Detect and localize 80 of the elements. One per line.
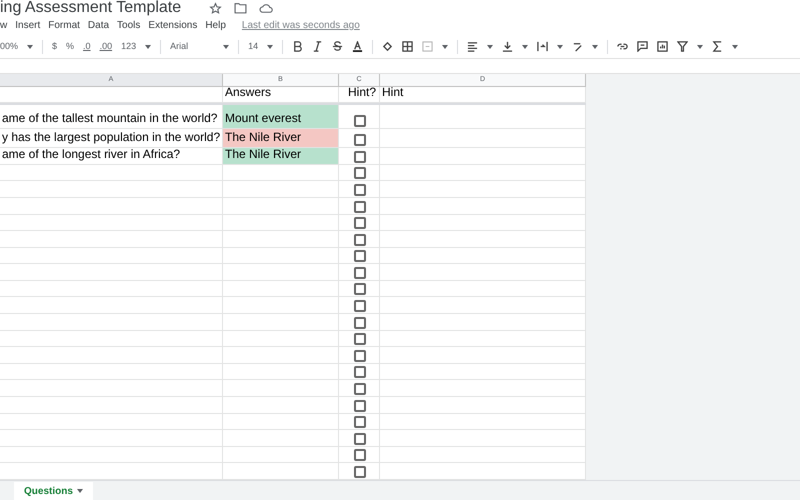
- checkbox[interactable]: [354, 114, 366, 127]
- checkbox[interactable]: [354, 200, 366, 212]
- question-cell: y has the largest population in the world?: [0, 128, 223, 148]
- zoom-dropdown[interactable]: 00%: [0, 40, 18, 54]
- answer-cell: The Nile River: [223, 128, 339, 148]
- checkbox[interactable]: [354, 266, 366, 279]
- borders-icon[interactable]: [402, 41, 414, 52]
- caret-icon: [487, 44, 494, 48]
- menu-item[interactable]: Tools: [117, 18, 140, 33]
- merge-cells-icon[interactable]: [422, 41, 434, 52]
- checkbox[interactable]: [354, 184, 366, 196]
- checkbox[interactable]: [354, 250, 366, 262]
- checkbox[interactable]: [354, 383, 366, 396]
- text-rotate-icon[interactable]: [572, 41, 584, 52]
- document-title: ing Assessment Template: [0, 0, 182, 16]
- text-color-icon[interactable]: [352, 41, 364, 52]
- checkbox[interactable]: [354, 400, 366, 412]
- checkbox[interactable]: [354, 432, 366, 445]
- sum-icon[interactable]: [712, 41, 724, 52]
- decrease-decimals-button[interactable]: .0: [83, 40, 91, 54]
- column-title: Hint?: [339, 86, 380, 103]
- checkbox[interactable]: [354, 150, 366, 163]
- checkbox[interactable]: [354, 300, 366, 312]
- checkbox[interactable]: [354, 283, 366, 296]
- caret-icon: [732, 44, 738, 48]
- star-icon[interactable]: [209, 2, 222, 14]
- column-title: Hint: [380, 86, 586, 103]
- filter-icon[interactable]: [677, 41, 688, 52]
- answer-cell: The Nile River: [223, 148, 339, 165]
- checkbox[interactable]: [354, 333, 366, 346]
- caret-icon: [223, 44, 230, 48]
- caret-icon: [697, 44, 704, 48]
- caret-icon: [592, 44, 598, 48]
- vertical-align-icon[interactable]: [502, 41, 514, 52]
- checkbox[interactable]: [354, 217, 366, 230]
- checkbox[interactable]: [354, 416, 366, 428]
- chart-icon[interactable]: [657, 41, 668, 52]
- menu-item[interactable]: Data: [88, 18, 110, 33]
- answer-cell: Mount everest: [223, 104, 339, 129]
- percent-button[interactable]: %: [66, 40, 74, 54]
- checkbox[interactable]: [354, 350, 366, 362]
- checkbox[interactable]: [354, 316, 366, 329]
- strikethrough-icon[interactable]: [332, 41, 344, 52]
- increase-decimals-button[interactable]: .00: [100, 40, 112, 54]
- menu-item[interactable]: Format: [48, 18, 80, 33]
- sheet-tab[interactable]: Questions: [14, 482, 93, 500]
- caret-icon: [522, 44, 528, 48]
- font-size-dropdown[interactable]: 14: [248, 40, 258, 54]
- caret-icon: [76, 489, 83, 493]
- font-dropdown[interactable]: Arial: [170, 40, 214, 54]
- menu-item[interactable]: Insert: [15, 18, 40, 33]
- caret-icon: [557, 44, 564, 48]
- link-icon[interactable]: [617, 41, 628, 52]
- caret-icon: [267, 44, 274, 48]
- checkbox[interactable]: [354, 134, 366, 146]
- question-cell: ame of the longest river in Africa?: [0, 148, 223, 165]
- bold-icon[interactable]: [292, 41, 304, 52]
- number-format-dropdown[interactable]: 123: [121, 40, 136, 54]
- menu-item[interactable]: w: [0, 18, 8, 33]
- currency-button[interactable]: $: [52, 40, 58, 54]
- checkbox[interactable]: [354, 466, 366, 478]
- fill-color-icon[interactable]: [382, 41, 394, 52]
- italic-icon[interactable]: [312, 41, 324, 52]
- cloud-icon[interactable]: [259, 2, 274, 14]
- checkbox[interactable]: [354, 449, 366, 462]
- folder-icon[interactable]: [234, 2, 248, 14]
- menu-item[interactable]: Help: [205, 18, 226, 33]
- comment-icon[interactable]: [637, 41, 648, 52]
- menu-item[interactable]: Extensions: [148, 18, 198, 33]
- caret-icon: [145, 44, 152, 48]
- text-wrap-icon[interactable]: [537, 41, 548, 52]
- checkbox[interactable]: [354, 234, 366, 246]
- checkbox[interactable]: [354, 366, 366, 378]
- checkbox[interactable]: [354, 167, 366, 180]
- question-cell: ame of the tallest mountain in the world?: [0, 104, 223, 129]
- caret-icon: [27, 44, 34, 48]
- align-icon[interactable]: [467, 41, 478, 52]
- last-edit-link[interactable]: Last edit was seconds ago: [242, 18, 360, 33]
- column-title: Answers: [223, 86, 339, 103]
- caret-icon: [442, 44, 448, 48]
